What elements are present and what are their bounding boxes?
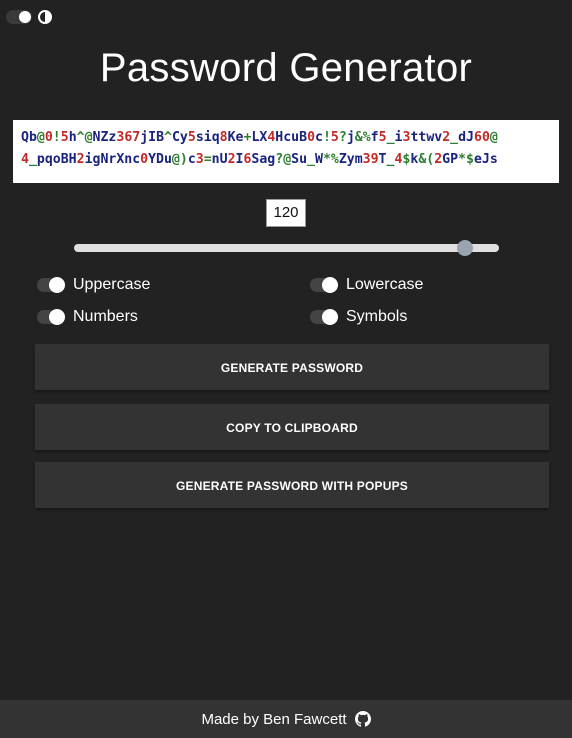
password-char-group-number: 4 [21,152,29,167]
password-char-group-upper: T [378,152,387,167]
password-char-group-number: 5 [60,130,69,145]
password-char-group-number: 2 [434,152,443,167]
length-value[interactable]: 120 [266,199,306,227]
password-char-group-lower: ttwv [410,130,443,145]
password-char-group-symbol: ^@ [76,130,93,145]
lowercase-label: Lowercase [346,276,424,293]
password-char-group-upper: GP [442,152,459,167]
password-char-group-number: 39 [362,152,379,167]
length-slider[interactable] [74,239,499,257]
password-char-group-number: 5 [378,130,387,145]
password-char-group-number: 0 [44,130,53,145]
password-char-group-number: 3 [195,152,204,167]
password-char-group-symbol: &% [354,130,371,145]
password-char-group-lower: pqoBH [36,152,77,167]
uppercase-label: Uppercase [73,276,151,293]
password-char-group-lower: j [346,130,355,145]
uppercase-toggle-knob [49,277,65,293]
password-char-group-symbol: *$ [458,152,474,167]
option-lowercase[interactable]: Lowercase [310,276,423,294]
password-char-group-upper: Ke [227,130,244,145]
copy-to-clipboard-button[interactable]: COPY TO CLIPBOARD [35,404,549,450]
password-char-group-lower: c [315,130,323,145]
footer: Made by Ben Fawcett [0,700,572,738]
uppercase-toggle[interactable] [37,277,65,293]
password-char-group-symbol: ! [322,130,331,145]
password-char-group-symbol: ^ [164,130,172,145]
password-char-group-lower: dJ [458,130,474,145]
password-char-group-symbol: @ [36,130,45,145]
password-line-2: 4_pqoBH2igNrXnc0YDu@)c3=nU2I6Sag?@Su_W*%… [21,149,551,171]
password-char-group-lower: siq [195,130,220,145]
password-char-group-symbol: &( [418,152,435,167]
password-char-group-symbol: _ [450,130,459,145]
password-char-group-symbol: ?@ [275,152,292,167]
password-char-group-number: 60 [474,130,490,145]
password-generator-page: Password Generator Qb@0!5h^@NZz367jIB^Cy… [0,0,572,738]
contrast-icon[interactable] [38,10,52,24]
password-char-group-upper: HcuB [275,130,308,145]
numbers-toggle-knob [49,309,65,325]
password-char-group-upper: eJs [473,152,498,167]
password-char-group-upper: Sag [251,152,276,167]
password-char-group-symbol: ? [338,130,347,145]
theme-switch-knob [19,11,31,23]
password-char-group-upper: jIB [140,130,165,145]
symbols-toggle[interactable] [310,309,338,325]
option-numbers[interactable]: Numbers [37,308,138,326]
lowercase-toggle[interactable] [310,277,338,293]
password-char-group-symbol: @ [489,130,498,145]
password-char-group-upper: W [314,152,323,167]
password-char-group-upper: NZz [92,130,117,145]
password-char-group-number: 2 [227,152,236,167]
password-char-group-symbol: _ [28,152,37,167]
symbols-label: Symbols [346,308,408,325]
option-uppercase[interactable]: Uppercase [37,276,150,294]
password-char-group-upper: Qb [21,130,37,145]
password-char-group-number: 0 [140,152,149,167]
page-title: Password Generator [99,46,473,90]
lowercase-toggle-knob [322,277,338,293]
password-char-group-symbol: _ [386,130,395,145]
length-slider-track [74,244,499,252]
password-char-group-upper: Cy [171,130,188,145]
option-symbols[interactable]: Symbols [310,308,407,326]
password-char-group-number: 2 [76,152,85,167]
password-char-group-number: 5 [330,130,339,145]
github-icon[interactable] [354,711,371,727]
length-slider-thumb[interactable] [457,240,474,256]
password-char-group-upper: YDu [148,152,172,167]
password-char-group-number: 5 [187,130,196,145]
password-line-1: Qb@0!5h^@NZz367jIB^Cy5siq8Ke+LX4HcuB0c!5… [21,127,551,149]
password-char-group-upper: LX [251,130,268,145]
password-char-group-number: 0 [307,130,316,145]
numbers-label: Numbers [73,308,138,325]
password-char-group-lower: igNrXnc [84,152,141,167]
password-char-group-number: 8 [219,130,228,145]
password-char-group-symbol: = [203,152,212,167]
password-char-group-lower: c [187,152,196,167]
generate-password-popups-button[interactable]: GENERATE PASSWORD WITH POPUPS [35,462,549,508]
password-char-group-symbol: ! [52,130,61,145]
symbols-toggle-knob [322,309,338,325]
password-output: Qb@0!5h^@NZz367jIB^Cy5siq8Ke+LX4HcuB0c!5… [13,120,559,183]
password-char-group-number: 2 [442,130,451,145]
password-char-group-upper: Su [291,152,308,167]
theme-toggle[interactable] [6,10,52,24]
password-char-group-symbol: @) [171,152,188,167]
password-char-group-number: 367 [116,130,141,145]
generate-password-button[interactable]: GENERATE PASSWORD [35,344,549,390]
footer-credit: Made by Ben Fawcett [201,710,347,728]
numbers-toggle[interactable] [37,309,65,325]
theme-switch[interactable] [6,10,32,24]
password-char-group-symbol: *% [322,152,339,167]
password-char-group-lower: h [68,130,77,145]
password-char-group-lower: f [370,130,379,145]
password-char-group-symbol: _ [307,152,315,167]
password-char-group-upper: Zym [338,152,363,167]
password-char-group-upper: nU [211,152,228,167]
github-icon-svg [354,711,371,727]
